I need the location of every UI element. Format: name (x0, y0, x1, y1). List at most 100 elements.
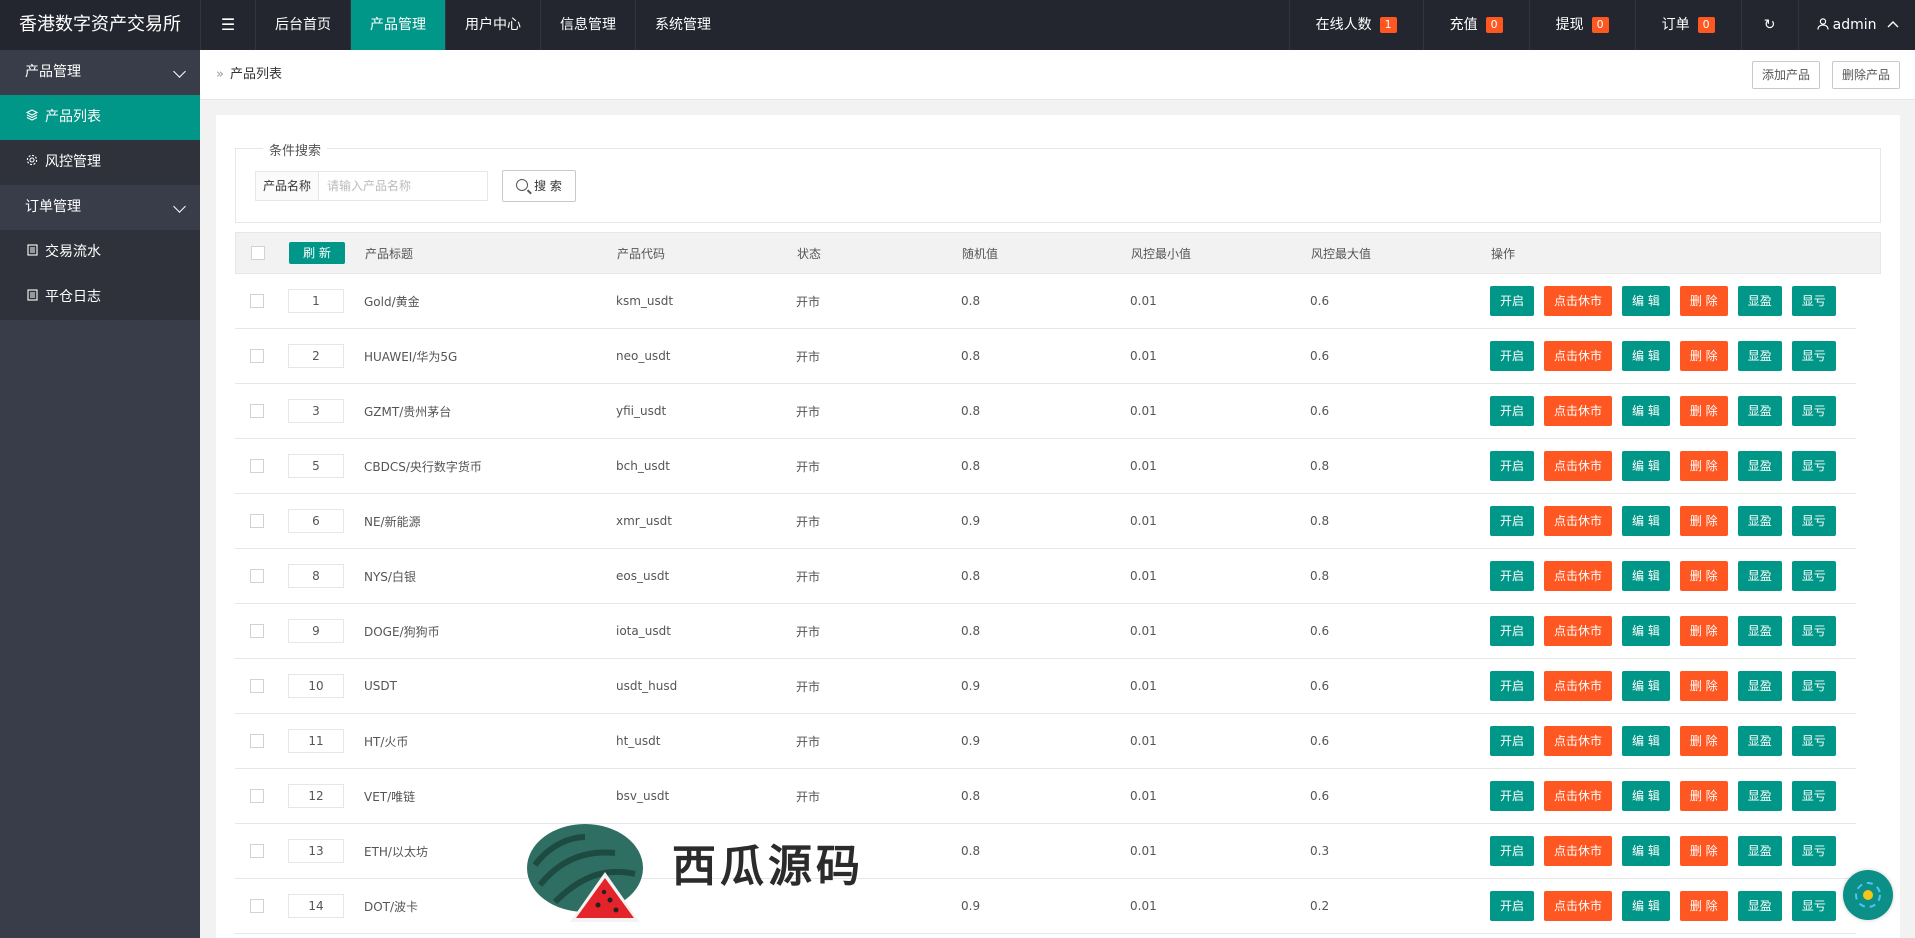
refresh-icon[interactable]: ↻ (1740, 0, 1798, 50)
open-market-button[interactable]: 开启 (1490, 836, 1535, 866)
edit-button[interactable]: 编 辑 (1622, 506, 1670, 536)
show-loss-button[interactable]: 显亏 (1791, 726, 1836, 756)
close-market-button[interactable]: 点击休市 (1544, 396, 1613, 426)
delete-button[interactable]: 删 除 (1679, 506, 1728, 536)
search-button[interactable]: 搜 索 (502, 170, 576, 202)
sort-order-input[interactable]: 12 (288, 784, 344, 808)
edit-button[interactable]: 编 辑 (1622, 891, 1670, 921)
row-checkbox[interactable] (250, 349, 264, 363)
row-checkbox[interactable] (250, 789, 264, 803)
refresh-button[interactable]: 刷 新 (289, 242, 345, 264)
delete-button[interactable]: 删 除 (1679, 726, 1728, 756)
edit-button[interactable]: 编 辑 (1622, 451, 1670, 481)
show-profit-button[interactable]: 显盈 (1737, 561, 1782, 591)
edit-button[interactable]: 编 辑 (1622, 836, 1670, 866)
sort-order-input[interactable]: 9 (288, 619, 344, 643)
delete-button[interactable]: 删 除 (1679, 891, 1728, 921)
delete-button[interactable]: 删 除 (1679, 836, 1728, 866)
row-checkbox[interactable] (250, 734, 264, 748)
close-market-button[interactable]: 点击休市 (1544, 561, 1613, 591)
show-profit-button[interactable]: 显盈 (1737, 506, 1782, 536)
sidebar-item-trade-flow[interactable]: 交易流水 (0, 230, 200, 275)
online-users[interactable]: 在线人数 1 (1288, 0, 1423, 50)
close-market-button[interactable]: 点击休市 (1544, 781, 1613, 811)
open-market-button[interactable]: 开启 (1490, 726, 1535, 756)
open-market-button[interactable]: 开启 (1490, 451, 1535, 481)
open-market-button[interactable]: 开启 (1490, 561, 1535, 591)
row-checkbox[interactable] (250, 899, 264, 913)
show-profit-button[interactable]: 显盈 (1737, 396, 1782, 426)
show-profit-button[interactable]: 显盈 (1737, 891, 1782, 921)
row-checkbox[interactable] (250, 679, 264, 693)
show-loss-button[interactable]: 显亏 (1791, 286, 1836, 316)
open-market-button[interactable]: 开启 (1490, 891, 1535, 921)
delete-button[interactable]: 删 除 (1679, 341, 1728, 371)
close-market-button[interactable]: 点击休市 (1544, 836, 1613, 866)
delete-button[interactable]: 删 除 (1679, 781, 1728, 811)
show-profit-button[interactable]: 显盈 (1737, 341, 1782, 371)
floating-chat-button[interactable] (1843, 870, 1893, 920)
show-loss-button[interactable]: 显亏 (1791, 396, 1836, 426)
open-market-button[interactable]: 开启 (1490, 286, 1535, 316)
close-market-button[interactable]: 点击休市 (1544, 671, 1613, 701)
delete-product-button[interactable]: 删除产品 (1832, 61, 1901, 89)
open-market-button[interactable]: 开启 (1490, 506, 1535, 536)
show-loss-button[interactable]: 显亏 (1791, 781, 1836, 811)
add-product-button[interactable]: 添加产品 (1752, 61, 1821, 89)
sort-order-input[interactable]: 11 (288, 729, 344, 753)
show-loss-button[interactable]: 显亏 (1791, 671, 1836, 701)
edit-button[interactable]: 编 辑 (1622, 341, 1670, 371)
show-loss-button[interactable]: 显亏 (1791, 836, 1836, 866)
edit-button[interactable]: 编 辑 (1622, 671, 1670, 701)
sidebar-item-close-log[interactable]: 平仓日志 (0, 275, 200, 320)
close-market-button[interactable]: 点击休市 (1544, 616, 1613, 646)
sidebar-item-product-list[interactable]: 产品列表 (0, 95, 200, 140)
menu-toggle-icon[interactable]: ☰ (200, 0, 255, 50)
close-market-button[interactable]: 点击休市 (1544, 891, 1613, 921)
row-checkbox[interactable] (250, 514, 264, 528)
show-loss-button[interactable]: 显亏 (1791, 506, 1836, 536)
sort-order-input[interactable]: 13 (288, 839, 344, 863)
nav-products[interactable]: 产品管理 (350, 0, 445, 50)
close-market-button[interactable]: 点击休市 (1544, 506, 1613, 536)
close-market-button[interactable]: 点击休市 (1544, 451, 1613, 481)
sort-order-input[interactable]: 1 (288, 289, 344, 313)
row-checkbox[interactable] (250, 459, 264, 473)
close-market-button[interactable]: 点击休市 (1544, 341, 1613, 371)
delete-button[interactable]: 删 除 (1679, 671, 1728, 701)
edit-button[interactable]: 编 辑 (1622, 561, 1670, 591)
open-market-button[interactable]: 开启 (1490, 616, 1535, 646)
row-checkbox[interactable] (250, 294, 264, 308)
select-all-checkbox[interactable] (251, 246, 265, 260)
sort-order-input[interactable]: 14 (288, 894, 344, 918)
sort-order-input[interactable]: 6 (288, 509, 344, 533)
edit-button[interactable]: 编 辑 (1622, 781, 1670, 811)
sidebar-item-risk-control[interactable]: 风控管理 (0, 140, 200, 185)
sort-order-input[interactable]: 2 (288, 344, 344, 368)
nav-system[interactable]: 系统管理 (635, 0, 730, 50)
show-profit-button[interactable]: 显盈 (1737, 286, 1782, 316)
show-profit-button[interactable]: 显盈 (1737, 726, 1782, 756)
show-profit-button[interactable]: 显盈 (1737, 451, 1782, 481)
withdraw[interactable]: 提现 0 (1528, 0, 1635, 50)
close-market-button[interactable]: 点击休市 (1544, 286, 1613, 316)
show-profit-button[interactable]: 显盈 (1737, 836, 1782, 866)
sidebar-group-products[interactable]: 产品管理 (0, 50, 200, 95)
nav-home[interactable]: 后台首页 (255, 0, 350, 50)
show-loss-button[interactable]: 显亏 (1791, 341, 1836, 371)
product-name-input[interactable] (318, 171, 488, 201)
open-market-button[interactable]: 开启 (1490, 671, 1535, 701)
show-loss-button[interactable]: 显亏 (1791, 451, 1836, 481)
show-profit-button[interactable]: 显盈 (1737, 781, 1782, 811)
sort-order-input[interactable]: 10 (288, 674, 344, 698)
delete-button[interactable]: 删 除 (1679, 451, 1728, 481)
edit-button[interactable]: 编 辑 (1622, 396, 1670, 426)
sidebar-group-orders[interactable]: 订单管理 (0, 185, 200, 230)
open-market-button[interactable]: 开启 (1490, 341, 1535, 371)
edit-button[interactable]: 编 辑 (1622, 616, 1670, 646)
show-loss-button[interactable]: 显亏 (1791, 616, 1836, 646)
open-market-button[interactable]: 开启 (1490, 396, 1535, 426)
sort-order-input[interactable]: 8 (288, 564, 344, 588)
user-menu[interactable]: admin (1797, 0, 1915, 50)
close-market-button[interactable]: 点击休市 (1544, 726, 1613, 756)
